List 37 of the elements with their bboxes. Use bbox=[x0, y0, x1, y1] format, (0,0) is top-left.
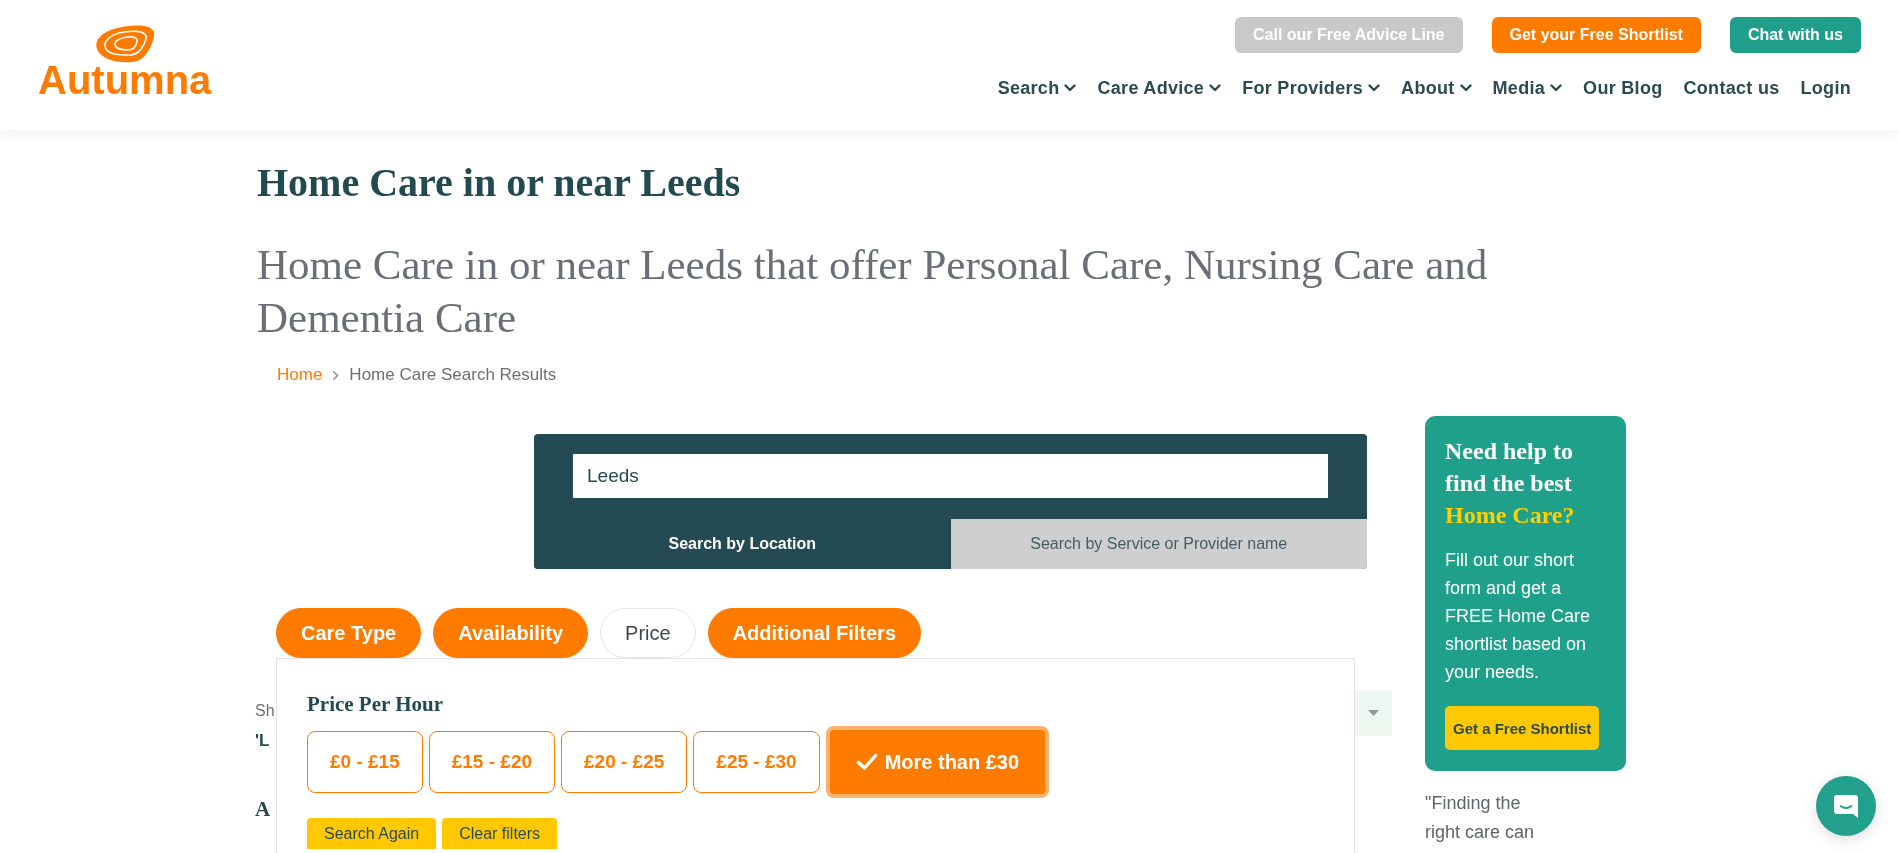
nav-link[interactable]: Media bbox=[1492, 77, 1563, 99]
chevron-down-icon bbox=[1550, 84, 1563, 92]
filter-tab[interactable]: Price bbox=[600, 608, 696, 658]
filter-action-button[interactable]: Clear filters bbox=[442, 818, 558, 849]
testimonial-quote: "Finding the right care can bbox=[1425, 792, 1536, 844]
panel-heading: Price Per Hour bbox=[307, 691, 445, 717]
page-subtitle: Home Care in or near Leeds that offer Personal Care, Nursing Care and Dementia Care bbox=[257, 240, 1489, 343]
logo-swirl-icon[interactable] bbox=[93, 24, 157, 63]
card-heading: Need help to find the best Home Care? bbox=[1445, 437, 1576, 530]
chat-bubble-icon bbox=[1832, 792, 1860, 820]
search-input[interactable]: Leeds bbox=[573, 454, 1328, 498]
nav-link[interactable]: For Providers bbox=[1242, 77, 1381, 99]
nav-link[interactable]: Search bbox=[997, 77, 1077, 99]
chevron-down-icon bbox=[1368, 84, 1381, 92]
chat-button[interactable]: Chat with us bbox=[1729, 17, 1861, 53]
page-title: Home Care in or near Leeds bbox=[257, 159, 742, 207]
results-summary-text: Sh bbox=[255, 701, 275, 721]
check-icon bbox=[855, 753, 878, 771]
nav-link[interactable]: Login bbox=[1800, 77, 1851, 99]
search-tab[interactable]: Search by Service or Provider name bbox=[950, 519, 1367, 569]
chevron-down-icon bbox=[1459, 84, 1472, 92]
card-text: Fill out our short form and get a FREE Home Care shortlist based on your needs. bbox=[1445, 549, 1592, 684]
caret-icon bbox=[1368, 710, 1379, 716]
free-shortlist-button[interactable]: Get a Free Shortlist bbox=[1445, 706, 1600, 750]
nav-link[interactable]: Care Advice bbox=[1097, 77, 1222, 99]
chevron-down-icon bbox=[1064, 84, 1077, 92]
results-query-text: 'L bbox=[255, 730, 270, 752]
filter-action-button[interactable]: Search Again bbox=[307, 818, 437, 849]
nav-link[interactable]: About bbox=[1401, 77, 1472, 99]
nav-link[interactable]: Our Blog bbox=[1583, 77, 1663, 99]
section-heading: A bbox=[255, 796, 271, 823]
nav-link[interactable]: Contact us bbox=[1683, 77, 1780, 99]
chevron-right-icon bbox=[332, 369, 340, 381]
chat-launcher-button[interactable] bbox=[1816, 776, 1876, 836]
chevron-down-icon bbox=[1209, 84, 1222, 92]
sort-select[interactable] bbox=[1355, 690, 1392, 736]
breadcrumb-current: Home Care Search Results bbox=[349, 364, 557, 386]
